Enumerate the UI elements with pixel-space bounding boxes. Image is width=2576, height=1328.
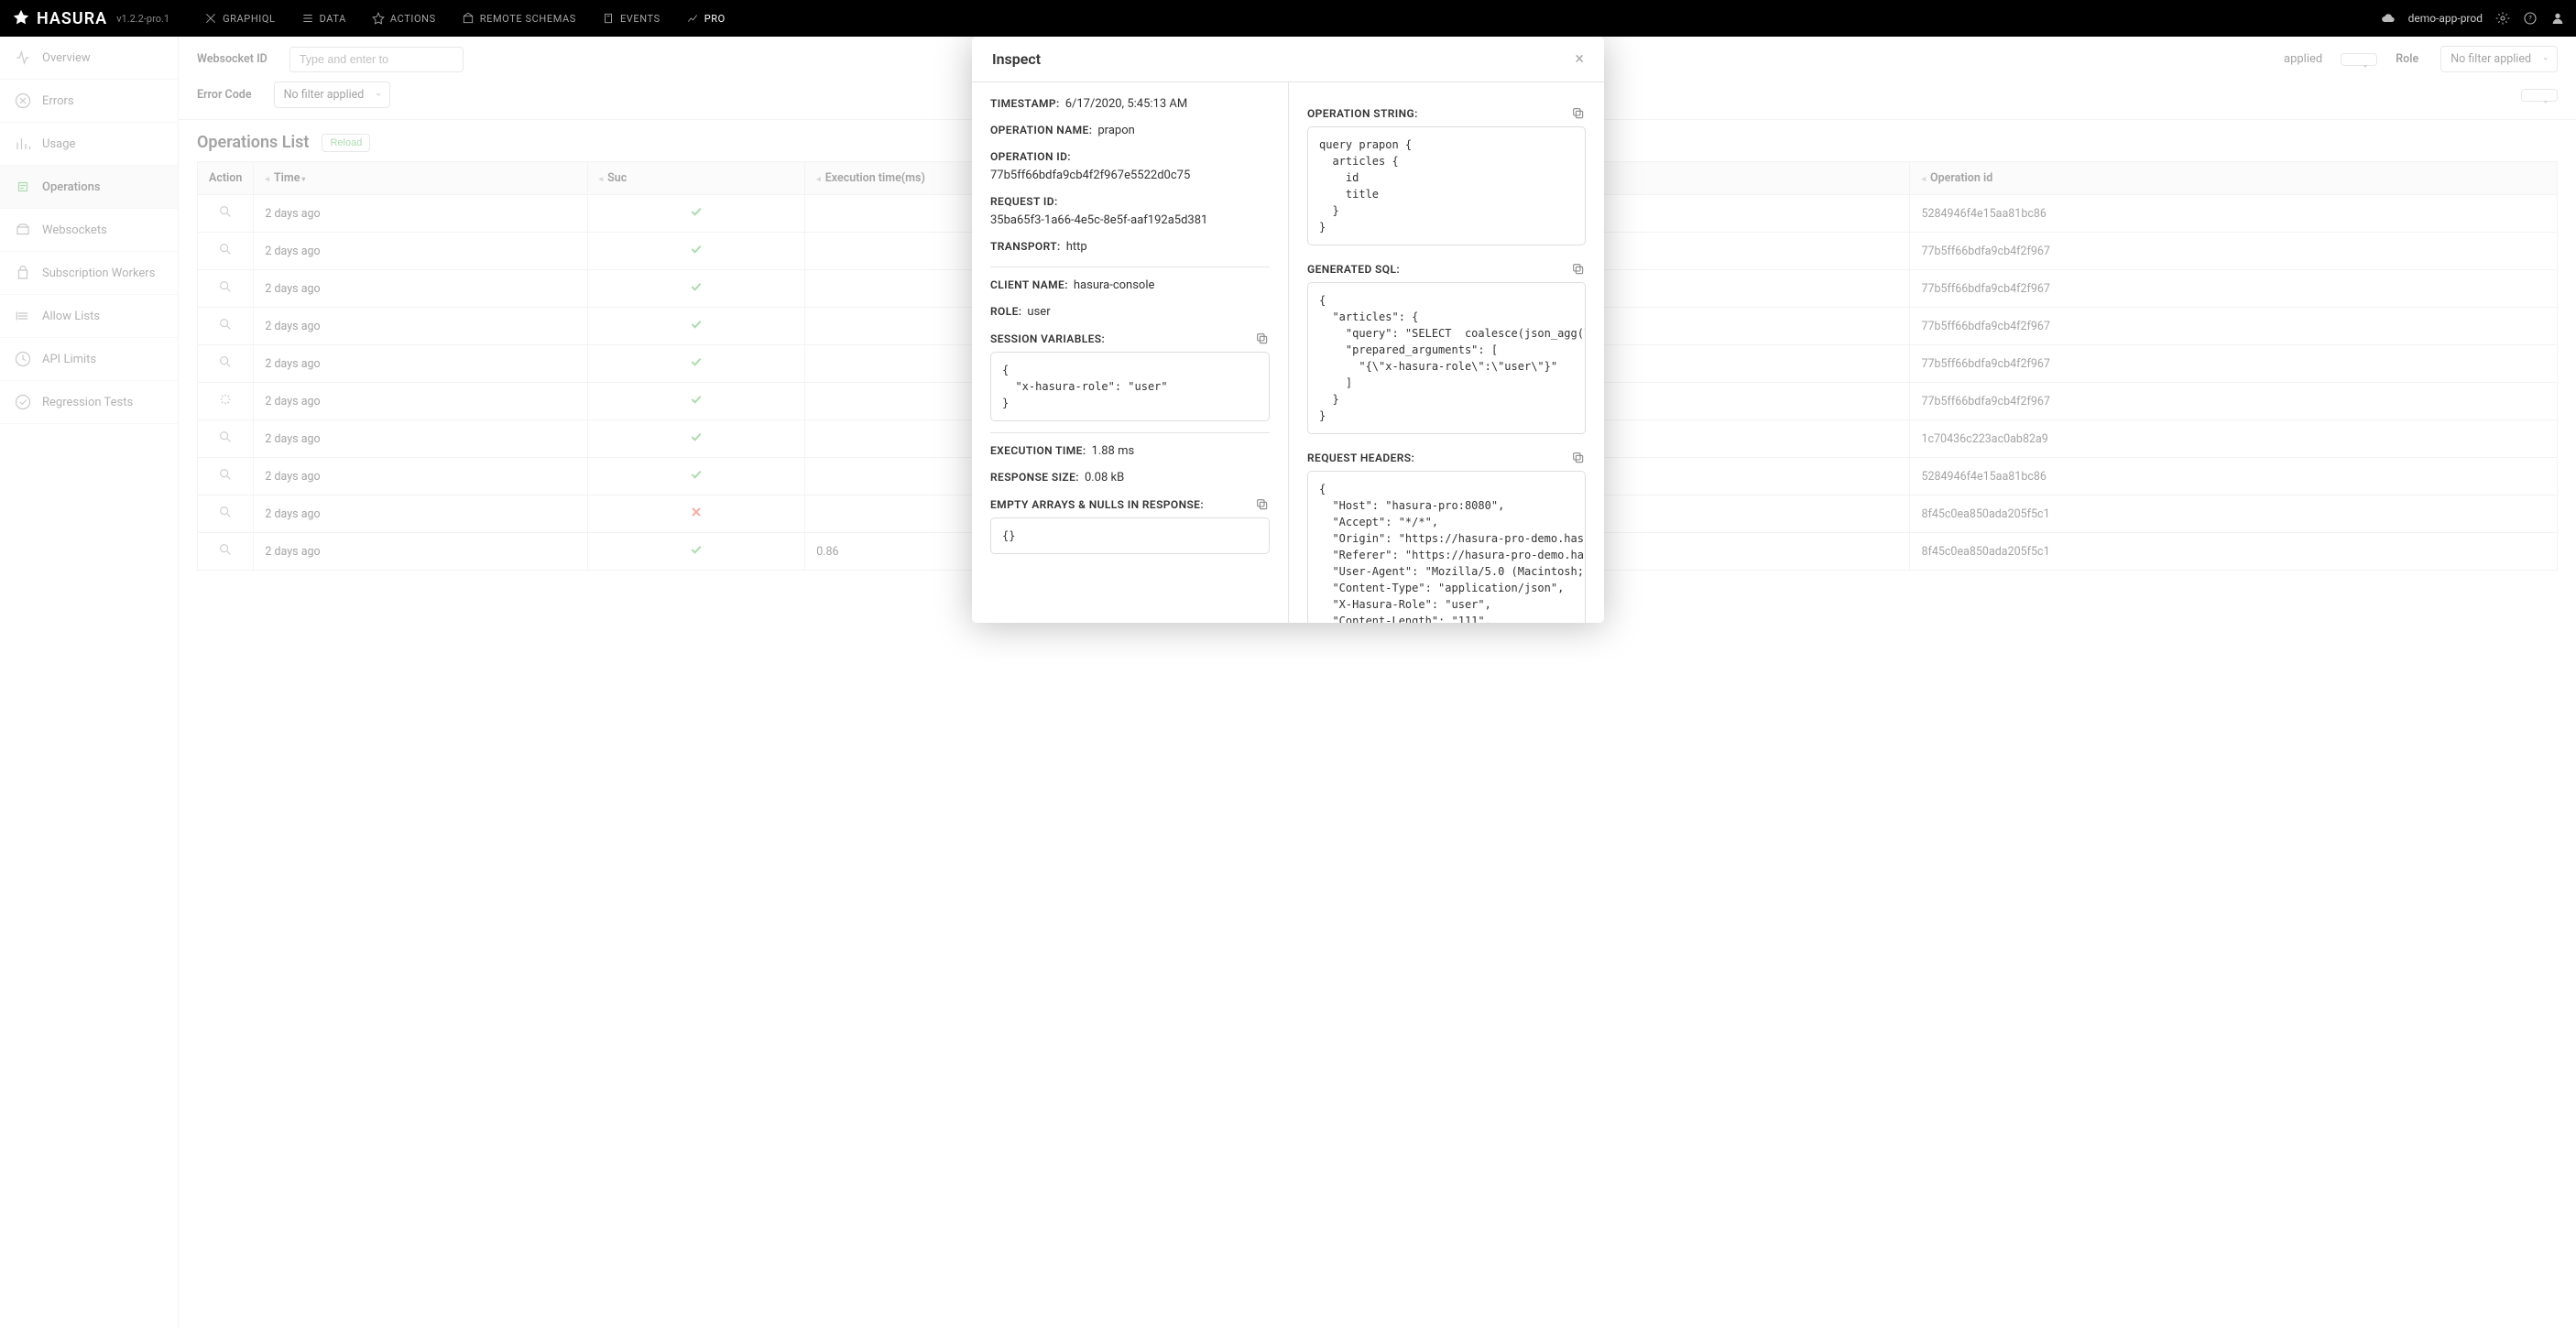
response-size-label: RESPONSE SIZE:	[990, 471, 1079, 484]
close-icon[interactable]: ×	[1575, 49, 1584, 69]
brand-text: HASURA	[37, 9, 107, 28]
modal-header: Inspect ×	[972, 37, 1604, 82]
request-id-value: 35ba65f3-1a66-4e5c-8e5f-aaf192a5d381	[990, 213, 1207, 227]
topnav-data[interactable]: DATA	[289, 0, 359, 37]
empty-arrays-code: {}	[990, 517, 1270, 554]
modal-overlay: Inspect × TIMESTAMP: 6/17/2020, 5:45:13 A…	[0, 37, 2576, 1328]
request-headers-code: { "Host": "hasura-pro:8080", "Accept": "…	[1307, 471, 1586, 623]
topnav-remote-schemas[interactable]: REMOTE SCHEMAS	[449, 0, 589, 37]
gear-icon[interactable]	[2495, 11, 2510, 26]
topnav-pro[interactable]: PRO	[673, 0, 738, 37]
svg-text:?: ?	[2528, 15, 2532, 23]
modal-right-column: OPERATION STRING: query prapon { article…	[1288, 82, 1604, 623]
session-variables-label: SESSION VARIABLES:	[990, 332, 1105, 345]
response-size-value: 0.08 kB	[1085, 471, 1124, 484]
topnav-graphiql[interactable]: GRAPHIQL	[191, 0, 289, 37]
copy-icon[interactable]	[1571, 451, 1586, 465]
graphiql-icon	[204, 12, 217, 25]
copy-icon[interactable]	[1571, 106, 1586, 121]
timestamp-value: 6/17/2020, 5:45:13 AM	[1065, 97, 1188, 111]
topnav-events[interactable]: EVENTS	[589, 0, 673, 37]
project-name[interactable]: demo-app-prod	[2408, 12, 2483, 25]
role-value: user	[1027, 305, 1050, 319]
operation-name-value: prapon	[1097, 124, 1134, 137]
session-variables-code: { "x-hasura-role": "user" }	[990, 352, 1270, 421]
operation-id-value: 77b5ff66bdfa9cb4f2f967e5522d0c75	[990, 169, 1190, 182]
cloud-icon	[2381, 11, 2396, 26]
operation-string-code: query prapon { articles { id title } }	[1307, 126, 1586, 245]
modal-left-column: TIMESTAMP: 6/17/2020, 5:45:13 AM OPERATIO…	[972, 82, 1288, 623]
generated-sql-code: { "articles": { "query": "SELECT coalesc…	[1307, 282, 1586, 434]
topnav-actions[interactable]: ACTIONS	[359, 0, 449, 37]
topbar: HASURA v1.2.2-pro.1 GRAPHIQLDATAACTIONSR…	[0, 0, 2576, 37]
events-icon	[602, 12, 615, 25]
role-label: ROLE:	[990, 305, 1021, 319]
modal-title: Inspect	[992, 50, 1041, 68]
execution-time-value: 1.88 ms	[1092, 444, 1135, 458]
client-name-label: CLIENT NAME:	[990, 278, 1068, 292]
copy-icon[interactable]	[1571, 262, 1586, 277]
execution-time-label: EXECUTION TIME:	[990, 444, 1086, 458]
request-headers-label: REQUEST HEADERS:	[1307, 452, 1414, 464]
actions-icon	[372, 12, 385, 25]
topbar-right: demo-app-prod ?	[2381, 11, 2565, 26]
data-icon	[301, 12, 314, 25]
transport-label: TRANSPORT:	[990, 240, 1061, 254]
user-icon[interactable]	[2550, 11, 2565, 26]
operation-id-label: OPERATION ID:	[990, 150, 1071, 163]
hasura-icon	[11, 8, 31, 28]
empty-arrays-label: EMPTY ARRAYS & NULLS IN RESPONSE:	[990, 498, 1204, 511]
transport-value: http	[1066, 240, 1087, 254]
operation-name-label: OPERATION NAME:	[990, 124, 1092, 137]
operation-string-label: OPERATION STRING:	[1307, 107, 1418, 120]
top-nav: GRAPHIQLDATAACTIONSREMOTE SCHEMASEVENTSP…	[191, 0, 738, 37]
inspect-modal: Inspect × TIMESTAMP: 6/17/2020, 5:45:13 A…	[972, 37, 1604, 623]
help-icon[interactable]: ?	[2523, 11, 2538, 26]
timestamp-label: TIMESTAMP:	[990, 97, 1060, 111]
copy-icon[interactable]	[1255, 497, 1270, 512]
remote schemas-icon	[462, 12, 475, 25]
generated-sql-label: GENERATED SQL:	[1307, 263, 1400, 276]
pro-icon	[686, 12, 699, 25]
logo[interactable]: HASURA	[11, 8, 107, 28]
version-label: v1.2.2-pro.1	[116, 13, 169, 25]
copy-icon[interactable]	[1255, 332, 1270, 346]
request-id-label: REQUEST ID:	[990, 195, 1058, 208]
client-name-value: hasura-console	[1074, 278, 1155, 292]
